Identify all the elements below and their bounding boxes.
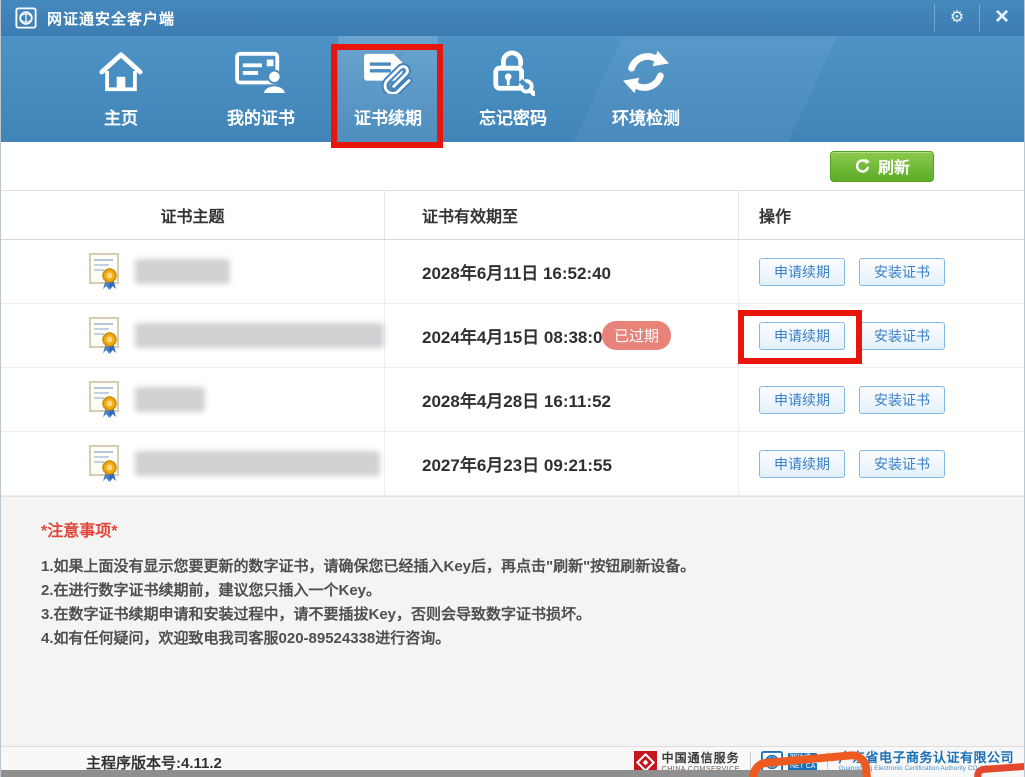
table-row: 2027年6月23日 09:21:55 申请续期 安装证书 [1, 432, 1024, 496]
expiry-date: 2028年4月28日 16:11:52 [422, 392, 612, 411]
note-line: 3.在数字证书续期申请和安装过程中，请不要插拔Key，否则会导致数字证书损坏。 [41, 606, 592, 623]
close-icon: × [994, 2, 1009, 30]
install-button[interactable]: 安装证书 [859, 449, 945, 478]
header-cert-expiry: 证书有效期至 [384, 191, 738, 239]
main-nav: 主页 我的证书 证书续期 忘记密码 环境检测 [1, 36, 1024, 142]
certificate-icon [89, 252, 123, 291]
app-window: 网证通安全客户端 ⚙ × 主页 我的证书 证书续期 忘记密码 环境检测 刷新 证… [0, 0, 1025, 777]
gdca-en: Guangdong Electronic Certification Autho… [838, 765, 993, 773]
redacted-subject [135, 259, 230, 284]
note-line: 1.如果上面没有显示您要更新的数字证书，请确保您已经插入Key后，再点击"刷新"… [41, 558, 696, 575]
nav-label: 证书续期 [354, 109, 422, 128]
certificate-renew-icon [362, 46, 414, 98]
certificate-card-icon [235, 46, 287, 98]
redacted-subject [135, 323, 384, 348]
divider [749, 752, 751, 772]
certificate-icon [89, 444, 123, 483]
install-button[interactable]: 安装证书 [859, 257, 945, 286]
refresh-label: 刷新 [877, 160, 910, 177]
install-button[interactable]: 安装证书 [859, 321, 945, 350]
refresh-icon [854, 157, 871, 175]
app-logo-icon [15, 7, 37, 29]
nav-item-home[interactable]: 主页 [76, 46, 166, 129]
table-row: 2028年6月11日 16:52:40 申请续期 安装证书 [1, 240, 1024, 304]
table-row: 2028年4月28日 16:11:52 申请续期 安装证书 [1, 368, 1024, 432]
toolbar: 刷新 [1, 142, 1024, 191]
header-operation: 操作 [738, 191, 1024, 239]
netca-cn: 网证通 [787, 753, 818, 761]
window-bottom-edge [1, 770, 863, 777]
divider [827, 752, 829, 772]
home-icon [98, 46, 144, 98]
environment-check-icon [623, 46, 669, 98]
window-title: 网证通安全客户端 [47, 10, 176, 28]
window-controls: ⚙ × [934, 0, 1024, 36]
titlebar: 网证通安全客户端 ⚙ × [1, 0, 1024, 36]
nav-item-environment-check[interactable]: 环境检测 [601, 46, 691, 129]
certificate-icon [89, 380, 123, 419]
redacted-subject [135, 387, 205, 412]
nav-item-certificate-renewal[interactable]: 证书续期 [338, 36, 438, 142]
certificate-icon [89, 316, 123, 355]
expiry-date: 2028年6月11日 16:52:40 [422, 264, 612, 283]
header-cert-subject: 证书主题 [160, 209, 225, 226]
refresh-button[interactable]: 刷新 [830, 150, 934, 182]
table-row: 2024年4月15日 08:38:08 已过期 申请续期 安装证书 [1, 304, 1024, 368]
renew-button[interactable]: 申请续期 [759, 385, 845, 414]
expired-badge: 已过期 [601, 321, 671, 350]
forgot-password-icon [491, 46, 535, 98]
renew-button[interactable]: 申请续期 [759, 257, 845, 286]
install-button[interactable]: 安装证书 [859, 385, 945, 414]
settings-button[interactable]: ⚙ [935, 0, 979, 36]
gear-icon: ⚙ [949, 9, 965, 26]
nav-item-forgot-password[interactable]: 忘记密码 [468, 46, 558, 129]
notes-section: *注意事项* 1.如果上面没有显示您要更新的数字证书，请确保您已经插入Key后，… [1, 496, 1024, 746]
gdca-logo: 广东省电子商务认证有限公司 Guangdong Electronic Certi… [838, 751, 1014, 773]
nav-label: 环境检测 [612, 109, 680, 128]
close-button[interactable]: × [980, 0, 1024, 36]
gdca-cn: 广东省电子商务认证有限公司 [838, 750, 1014, 766]
renew-button[interactable]: 申请续期 [759, 449, 845, 478]
notes-title: *注意事项* [41, 523, 118, 540]
table-header: 证书主题 证书有效期至 操作 [1, 191, 1024, 240]
note-line: 4.如有任何疑问，欢迎致电我司客服020-89524338进行咨询。 [41, 630, 451, 647]
renew-button[interactable]: 申请续期 [759, 321, 845, 350]
expiry-date: 2027年6月23日 09:21:55 [422, 456, 612, 475]
expiry-date: 2024年4月15日 08:38:08 [422, 328, 612, 347]
note-line: 2.在进行数字证书续期前，建议您只插入一个Key。 [41, 582, 382, 599]
nav-item-my-certificates[interactable]: 我的证书 [216, 46, 306, 129]
china-comservice-cn: 中国通信服务 [661, 750, 740, 765]
nav-label: 我的证书 [227, 109, 295, 128]
redacted-subject [135, 451, 380, 476]
nav-label: 主页 [104, 109, 138, 128]
nav-label: 忘记密码 [479, 109, 547, 128]
